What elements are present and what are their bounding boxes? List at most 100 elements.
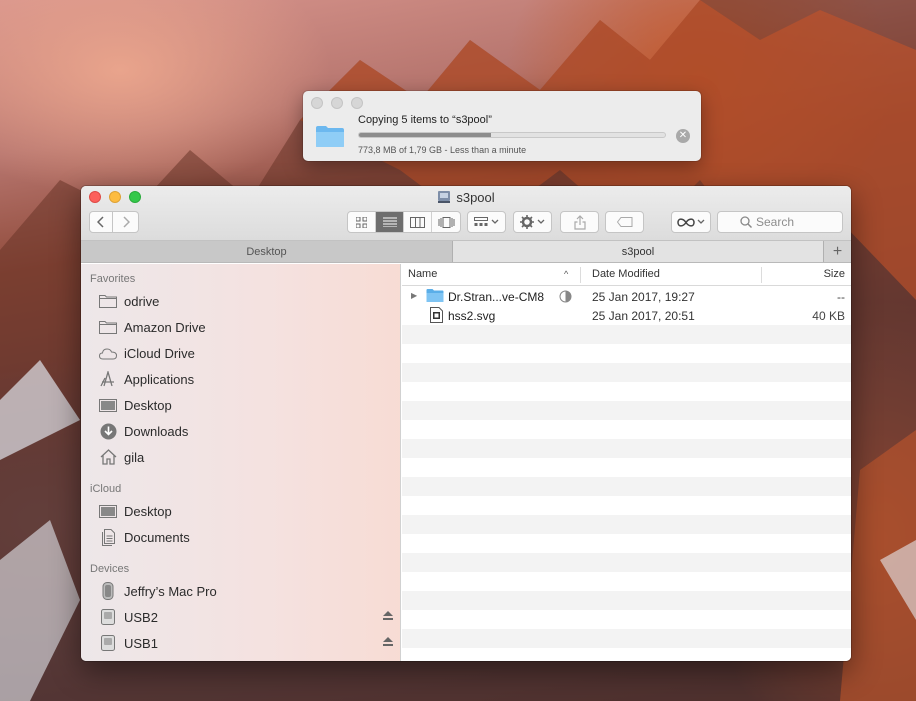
empty-row — [402, 439, 851, 458]
sidebar-item-icloud-desktop[interactable]: Desktop — [98, 500, 393, 522]
file-name: Dr.Stran...ve-CM8 — [448, 290, 545, 304]
sidebar-item-documents[interactable]: Documents — [98, 526, 393, 548]
search-field[interactable]: Search — [717, 211, 843, 233]
sidebar-item-label: odrive — [124, 293, 160, 309]
back-button[interactable] — [89, 211, 113, 233]
cancel-copy-button[interactable]: ✕ — [676, 129, 690, 143]
sidebar-item-label: Jeffry’s Mac Pro — [124, 583, 217, 599]
sidebar-item-label: Desktop — [124, 397, 172, 413]
copy-window-controls — [311, 97, 363, 109]
file-size: -- — [837, 290, 845, 304]
tags-button[interactable] — [605, 211, 644, 233]
date-column-header[interactable]: Date Modified — [592, 264, 660, 286]
window-title: s3pool — [81, 190, 851, 205]
cover-flow-icon — [438, 216, 454, 228]
column-view-button[interactable] — [404, 212, 432, 232]
empty-row — [402, 591, 851, 610]
sidebar-item-downloads[interactable]: Downloads — [98, 420, 393, 442]
copy-progress-bar — [358, 132, 666, 138]
sidebar-item-odrive[interactable]: odrive — [98, 290, 393, 312]
column-headers: Name ^ Date Modified Size — [402, 264, 851, 286]
icon-view-button[interactable] — [348, 212, 376, 232]
forward-button[interactable] — [113, 211, 139, 233]
eject-icon[interactable] — [383, 637, 393, 646]
sidebar-item-label: Desktop — [124, 503, 172, 519]
downloads-icon — [100, 423, 116, 439]
empty-row — [402, 325, 851, 344]
tab-s3pool[interactable]: s3pool — [453, 241, 823, 262]
sidebar-item-usb2[interactable]: USB2 — [98, 606, 393, 628]
folder-icon — [99, 321, 117, 334]
desktop-icon — [99, 504, 117, 518]
empty-row — [402, 401, 851, 420]
close-window-button[interactable] — [311, 97, 323, 109]
file-list: Name ^ Date Modified Size ▶ Dr.Stran...v… — [402, 264, 851, 661]
sidebar: Favorites odrive Amazon Drive iCloud Dri… — [81, 264, 401, 661]
svg-file-icon — [430, 307, 443, 323]
list-view-button[interactable] — [376, 212, 404, 232]
chevron-down-icon — [491, 219, 499, 224]
eject-icon[interactable] — [383, 611, 393, 620]
cloud-icon — [99, 347, 117, 359]
folder-icon — [316, 126, 344, 147]
empty-row — [402, 515, 851, 534]
sidebar-item-icloud-drive[interactable]: iCloud Drive — [98, 342, 393, 364]
action-menu-button[interactable] — [513, 211, 552, 233]
empty-row — [402, 420, 851, 439]
sidebar-item-usb1[interactable]: USB1 — [98, 632, 393, 654]
home-icon — [100, 449, 116, 465]
empty-row — [402, 458, 851, 477]
sidebar-item-gila[interactable]: gila — [98, 446, 393, 468]
sidebar-item-label: Documents — [124, 529, 190, 545]
file-date: 25 Jan 2017, 20:51 — [592, 309, 695, 323]
desktop-icon — [99, 398, 117, 412]
group-by-button[interactable] — [467, 211, 506, 233]
search-placeholder: Search — [756, 215, 795, 229]
sort-ascending-icon: ^ — [564, 269, 569, 279]
copy-status-title: Copying 5 items to “s3pool” — [358, 114, 492, 126]
sidebar-item-desktop[interactable]: Desktop — [98, 394, 393, 416]
table-row[interactable]: hss2.svg 25 Jan 2017, 20:51 40 KB — [402, 306, 851, 325]
copy-progress-window: Copying 5 items to “s3pool” 773,8 MB of … — [303, 91, 701, 161]
copy-progress-text: 773,8 MB of 1,79 GB - Less than a minute — [358, 145, 527, 155]
empty-row — [402, 344, 851, 363]
view-mode-segmented-control — [347, 211, 461, 233]
columns-icon — [410, 216, 425, 228]
window-title-text: s3pool — [456, 190, 495, 205]
empty-row — [402, 610, 851, 629]
empty-row — [402, 648, 851, 661]
sidebar-item-label: USB2 — [124, 609, 158, 625]
search-icon — [740, 216, 752, 228]
computer-icon — [102, 582, 114, 600]
table-row[interactable]: ▶ Dr.Stran...ve-CM8 25 Jan 2017, 19:27 -… — [402, 287, 851, 306]
sidebar-item-applications[interactable]: Applications — [98, 368, 393, 390]
size-column-header[interactable]: Size — [824, 264, 845, 286]
chevron-down-icon — [697, 219, 705, 224]
group-icon — [474, 217, 488, 226]
tab-desktop[interactable]: Desktop — [81, 241, 453, 262]
empty-row — [402, 553, 851, 572]
column-divider[interactable] — [580, 267, 581, 283]
zoom-window-button[interactable] — [351, 97, 363, 109]
sidebar-item-amazon-drive[interactable]: Amazon Drive — [98, 316, 393, 338]
cover-flow-view-button[interactable] — [432, 212, 460, 232]
file-rows: ▶ Dr.Stran...ve-CM8 25 Jan 2017, 19:27 -… — [402, 287, 851, 325]
infinity-icon — [677, 217, 695, 227]
drive-icon — [101, 609, 115, 625]
share-icon — [573, 214, 586, 230]
drive-icon — [101, 635, 115, 651]
sidebar-item-label: gila — [124, 449, 145, 465]
sidebar-item-mac-pro[interactable]: Jeffry’s Mac Pro — [98, 580, 393, 602]
column-divider[interactable] — [761, 267, 762, 283]
odrive-menu-button[interactable] — [671, 211, 711, 233]
minimize-window-button[interactable] — [331, 97, 343, 109]
disclosure-triangle-icon[interactable]: ▶ — [411, 291, 417, 300]
empty-row — [402, 477, 851, 496]
name-column-header[interactable]: Name — [408, 264, 437, 286]
favorites-heading: Favorites — [90, 273, 136, 285]
list-icon — [382, 217, 397, 227]
grid-icon — [356, 216, 367, 228]
empty-row-stripes — [402, 325, 851, 661]
share-button[interactable] — [560, 211, 599, 233]
new-tab-button[interactable]: + — [823, 241, 851, 262]
